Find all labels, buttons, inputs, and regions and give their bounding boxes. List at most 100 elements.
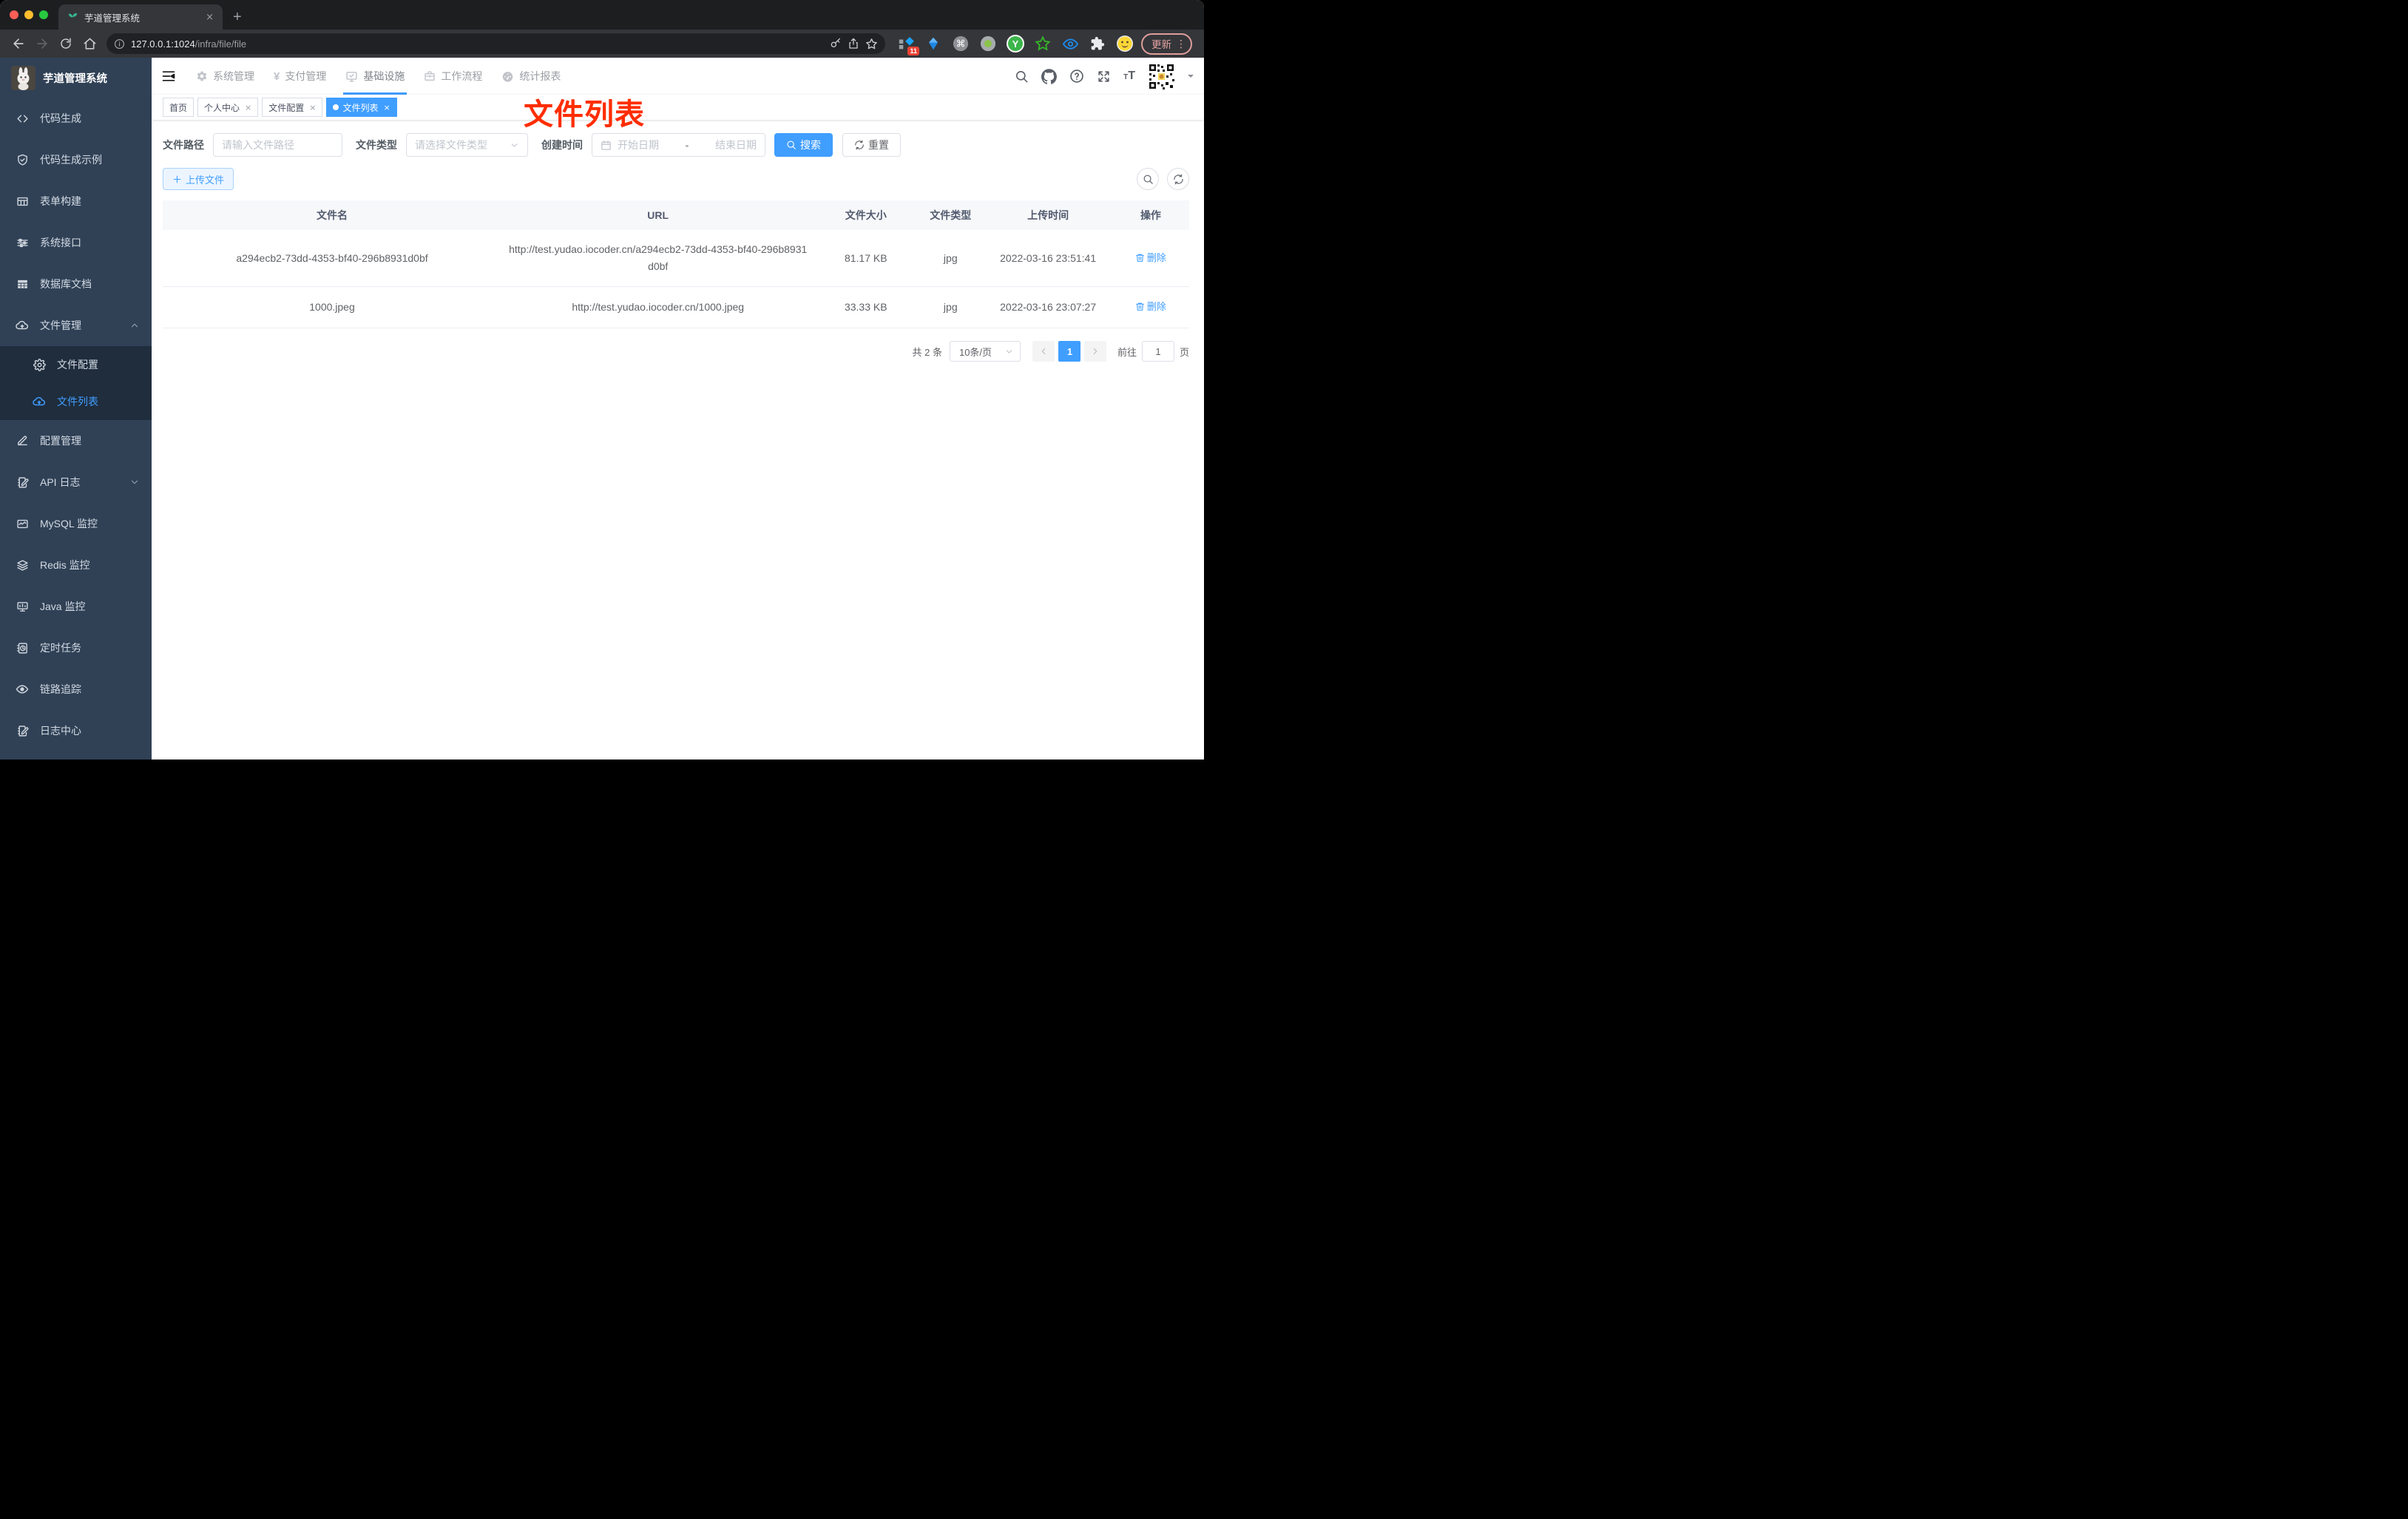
tag-close-icon[interactable]: × bbox=[309, 103, 316, 112]
sidebar-item-label: 链路追踪 bbox=[40, 683, 81, 695]
date-range-picker[interactable]: 开始日期 - 结束日期 bbox=[592, 133, 765, 157]
table-action-icons bbox=[1137, 168, 1189, 190]
forward-icon[interactable] bbox=[31, 33, 53, 55]
sidebar-item-file-mgmt[interactable]: 文件管理 bbox=[0, 305, 152, 346]
top-menu-system[interactable]: 系统管理 bbox=[186, 58, 264, 95]
grid-icon bbox=[16, 278, 29, 291]
extension-dot-icon[interactable] bbox=[979, 35, 997, 53]
site-info-icon[interactable] bbox=[114, 38, 125, 50]
top-menu-infrastructure[interactable]: 基础设施 bbox=[336, 58, 414, 95]
top-menu-label: 系统管理 bbox=[213, 70, 254, 82]
cloud-icon bbox=[33, 395, 46, 408]
share-icon[interactable] bbox=[848, 38, 859, 50]
extension-kite-icon[interactable] bbox=[924, 35, 942, 53]
fullscreen-icon[interactable] bbox=[1097, 70, 1111, 84]
eye-icon bbox=[16, 683, 29, 696]
github-icon[interactable] bbox=[1041, 68, 1058, 84]
tag-close-icon[interactable]: × bbox=[384, 103, 390, 112]
password-key-icon[interactable] bbox=[830, 38, 842, 50]
sidebar-item-mysql-monitor[interactable]: MySQL 监控 bbox=[0, 503, 152, 544]
help-icon[interactable] bbox=[1069, 69, 1084, 84]
extension-star-icon[interactable] bbox=[1034, 35, 1052, 53]
sidebar-item-code-demo[interactable]: 代码生成示例 bbox=[0, 139, 152, 180]
sidebar-item-label: 文件配置 bbox=[57, 359, 98, 371]
close-window-button[interactable] bbox=[10, 10, 18, 19]
minimize-window-button[interactable] bbox=[24, 10, 33, 19]
monitor-check-icon bbox=[345, 70, 358, 83]
reload-icon[interactable] bbox=[55, 33, 77, 55]
delete-button[interactable]: 删除 bbox=[1135, 298, 1166, 315]
caret-down-icon[interactable] bbox=[1188, 75, 1194, 81]
sidebar-item-file-list[interactable]: 文件列表 bbox=[0, 383, 152, 420]
sidebar-item-log-center[interactable]: 日志中心 bbox=[0, 710, 152, 751]
sliders-icon bbox=[16, 237, 29, 249]
sidebar-logo[interactable]: 芋道管理系统 bbox=[0, 58, 152, 98]
top-menu-payment[interactable]: ¥ 支付管理 bbox=[264, 58, 336, 95]
address-bar[interactable]: 127.0.0.1:1024/infra/file/file bbox=[106, 33, 885, 54]
tag-file-list[interactable]: 文件列表 × bbox=[326, 98, 397, 117]
show-search-button[interactable] bbox=[1137, 168, 1159, 190]
top-menu-workflow[interactable]: 工作流程 bbox=[414, 58, 492, 95]
next-page-button[interactable] bbox=[1084, 341, 1107, 362]
page-size-select[interactable]: 10条/页 bbox=[949, 341, 1021, 362]
refresh-table-button[interactable] bbox=[1167, 168, 1189, 190]
prev-page-button[interactable] bbox=[1032, 341, 1055, 362]
goto-page-input[interactable]: 1 bbox=[1141, 341, 1174, 362]
delete-label: 删除 bbox=[1146, 301, 1166, 312]
extension-y-icon[interactable]: Y bbox=[1007, 35, 1024, 53]
tag-close-icon[interactable]: × bbox=[245, 103, 251, 112]
new-tab-button[interactable]: + bbox=[223, 4, 252, 30]
chevron-up-icon bbox=[129, 320, 140, 331]
tag-profile[interactable]: 个人中心 × bbox=[197, 98, 259, 117]
table-row: a294ecb2-73dd-4353-bf40-296b8931d0bf htt… bbox=[163, 230, 1189, 287]
extension-diamond-icon[interactable]: 11 bbox=[897, 35, 919, 55]
file-path-input[interactable]: 请输入文件路径 bbox=[213, 133, 342, 157]
search-button[interactable]: 搜索 bbox=[774, 133, 833, 157]
file-type-select[interactable]: 请选择文件类型 bbox=[406, 133, 528, 157]
sidebar-item-redis-monitor[interactable]: Redis 监控 bbox=[0, 544, 152, 586]
chrome-update-button[interactable]: 更新 ⋮ bbox=[1141, 33, 1192, 55]
table-toolbar: 上传文件 bbox=[163, 168, 1189, 190]
sidebar-item-code-gen[interactable]: 代码生成 bbox=[0, 98, 152, 139]
sidebar-item-tracing[interactable]: 链路追踪 bbox=[0, 669, 152, 710]
sidebar-item-config-mgmt[interactable]: 配置管理 bbox=[0, 420, 152, 461]
search-icon[interactable] bbox=[1015, 70, 1029, 84]
file-type-label: 文件类型 bbox=[356, 139, 397, 151]
sidebar-collapse-icon[interactable] bbox=[152, 69, 183, 84]
reset-button[interactable]: 重置 bbox=[842, 133, 901, 157]
trash-icon bbox=[1135, 302, 1145, 311]
pagination: 共 2 条 10条/页 1 前往 1 页 bbox=[163, 341, 1189, 362]
sidebar-item-file-config[interactable]: 文件配置 bbox=[0, 346, 152, 383]
browser-toolbar: 127.0.0.1:1024/infra/file/file 11 ⌘ Y 更新… bbox=[0, 30, 1204, 58]
profile-avatar-icon[interactable] bbox=[1116, 35, 1134, 53]
browser-menu-icon[interactable]: ⋮ bbox=[1176, 38, 1186, 49]
page-number-button[interactable]: 1 bbox=[1058, 341, 1081, 362]
extension-eye-icon[interactable] bbox=[1061, 35, 1079, 53]
top-menu-reports[interactable]: 统计报表 bbox=[492, 58, 570, 95]
bookmark-star-icon[interactable] bbox=[865, 38, 878, 50]
zoom-window-button[interactable] bbox=[39, 10, 48, 19]
sidebar-item-form-builder[interactable]: 表单构建 bbox=[0, 180, 152, 222]
delete-button[interactable]: 删除 bbox=[1135, 249, 1166, 266]
sidebar-item-java-monitor[interactable]: Java 监控 bbox=[0, 586, 152, 627]
sidebar-item-system-api[interactable]: 系统接口 bbox=[0, 222, 152, 263]
extension-command-icon[interactable]: ⌘ bbox=[952, 35, 970, 53]
extensions-puzzle-icon[interactable] bbox=[1089, 35, 1106, 53]
back-icon[interactable] bbox=[7, 33, 30, 55]
tag-home[interactable]: 首页 bbox=[163, 98, 195, 117]
total-count: 共 2 条 bbox=[912, 346, 942, 358]
sidebar-item-db-doc[interactable]: 数据库文档 bbox=[0, 263, 152, 305]
home-icon[interactable] bbox=[78, 33, 101, 55]
extensions-area: 11 ⌘ Y bbox=[891, 35, 1140, 55]
sidebar-item-scheduled-tasks[interactable]: 定时任务 bbox=[0, 627, 152, 669]
sidebar-item-label: 系统接口 bbox=[40, 237, 81, 248]
browser-tab[interactable]: 芋道管理系统 × bbox=[58, 4, 223, 30]
avatar-qr-image[interactable] bbox=[1148, 62, 1175, 90]
top-navbar: 系统管理 ¥ 支付管理 基础设施 工作流程 统计报表 TT bbox=[152, 58, 1204, 95]
sidebar-item-api-log[interactable]: API 日志 bbox=[0, 461, 152, 503]
tab-close-icon[interactable]: × bbox=[203, 11, 217, 23]
app-root: 芋道管理系统 代码生成 代码生成示例 表单构建 系统接口 数据库文档 文件管理 … bbox=[0, 58, 1204, 760]
font-size-icon[interactable]: TT bbox=[1123, 70, 1135, 82]
upload-file-button[interactable]: 上传文件 bbox=[163, 168, 234, 190]
tag-file-config[interactable]: 文件配置 × bbox=[262, 98, 323, 117]
